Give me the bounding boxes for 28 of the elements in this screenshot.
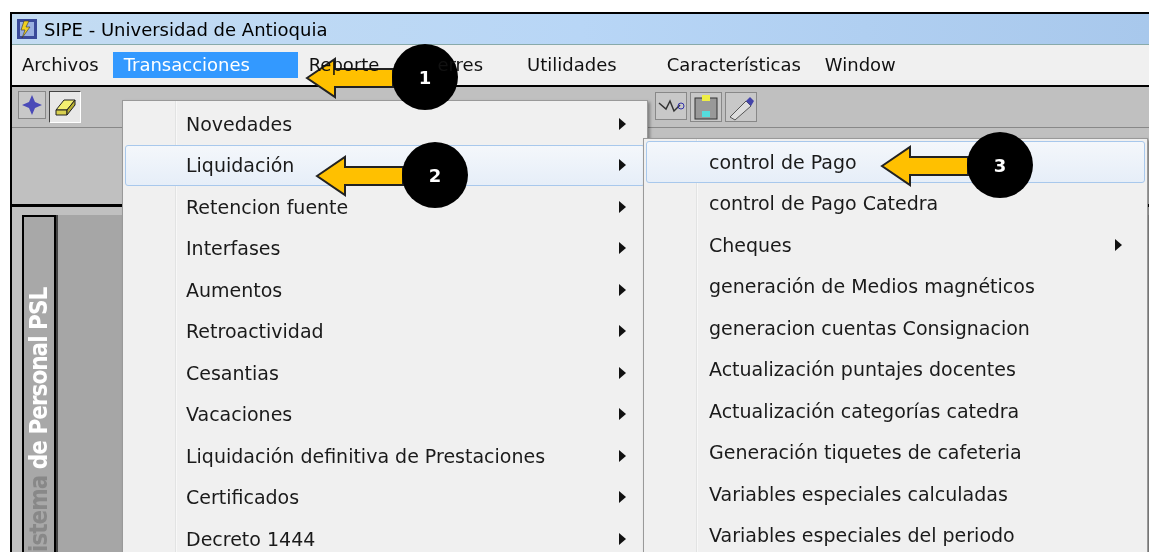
menu-item[interactable]: generacion cuentas Consignacion [646,307,1145,349]
menu-item[interactable]: generación de Medios magnéticos [646,265,1145,307]
menu-item[interactable]: Características [666,52,801,78]
menu-item[interactable]: Certificados [125,476,645,518]
cross-icon[interactable] [18,91,46,119]
menu-item[interactable]: Vacaciones [125,393,645,435]
menu-item[interactable]: Interfases [125,227,645,269]
menu-item[interactable]: Cheques [646,224,1145,266]
menu-item[interactable]: Retroactividad [125,310,645,352]
menu-item[interactable]: Window [824,52,896,78]
pencil-icon[interactable] [725,92,757,122]
menu-item[interactable]: Liquidación definitiva de Prestaciones [125,435,645,477]
menu-item[interactable]: Decreto 1444 [125,518,645,552]
clipboard-icon[interactable] [690,92,722,122]
menu-item[interactable]: Actualización puntajes docentes [646,348,1145,390]
menu-item[interactable]: Utilidades [527,52,617,78]
menu-item[interactable]: Actualización categorías catedra [646,390,1145,432]
menu-item[interactable]: Aumentos [125,269,645,311]
banner-text: de Personal PSL [25,287,53,470]
menu-item[interactable]: Generación tiquetes de cafeteria [646,431,1145,473]
arrow-icon [315,154,405,198]
menu-item[interactable]: Cesantias [125,352,645,394]
eraser-icon[interactable] [49,91,81,123]
window-title: SIPE - Universidad de Antioquia [44,18,328,40]
menu-item[interactable]: Archivos [22,52,99,78]
menu-item[interactable]: Variables especiales del periodo [646,514,1145,552]
menu-item[interactable]: Variables especiales calculadas [646,473,1145,515]
app-icon [16,18,38,40]
